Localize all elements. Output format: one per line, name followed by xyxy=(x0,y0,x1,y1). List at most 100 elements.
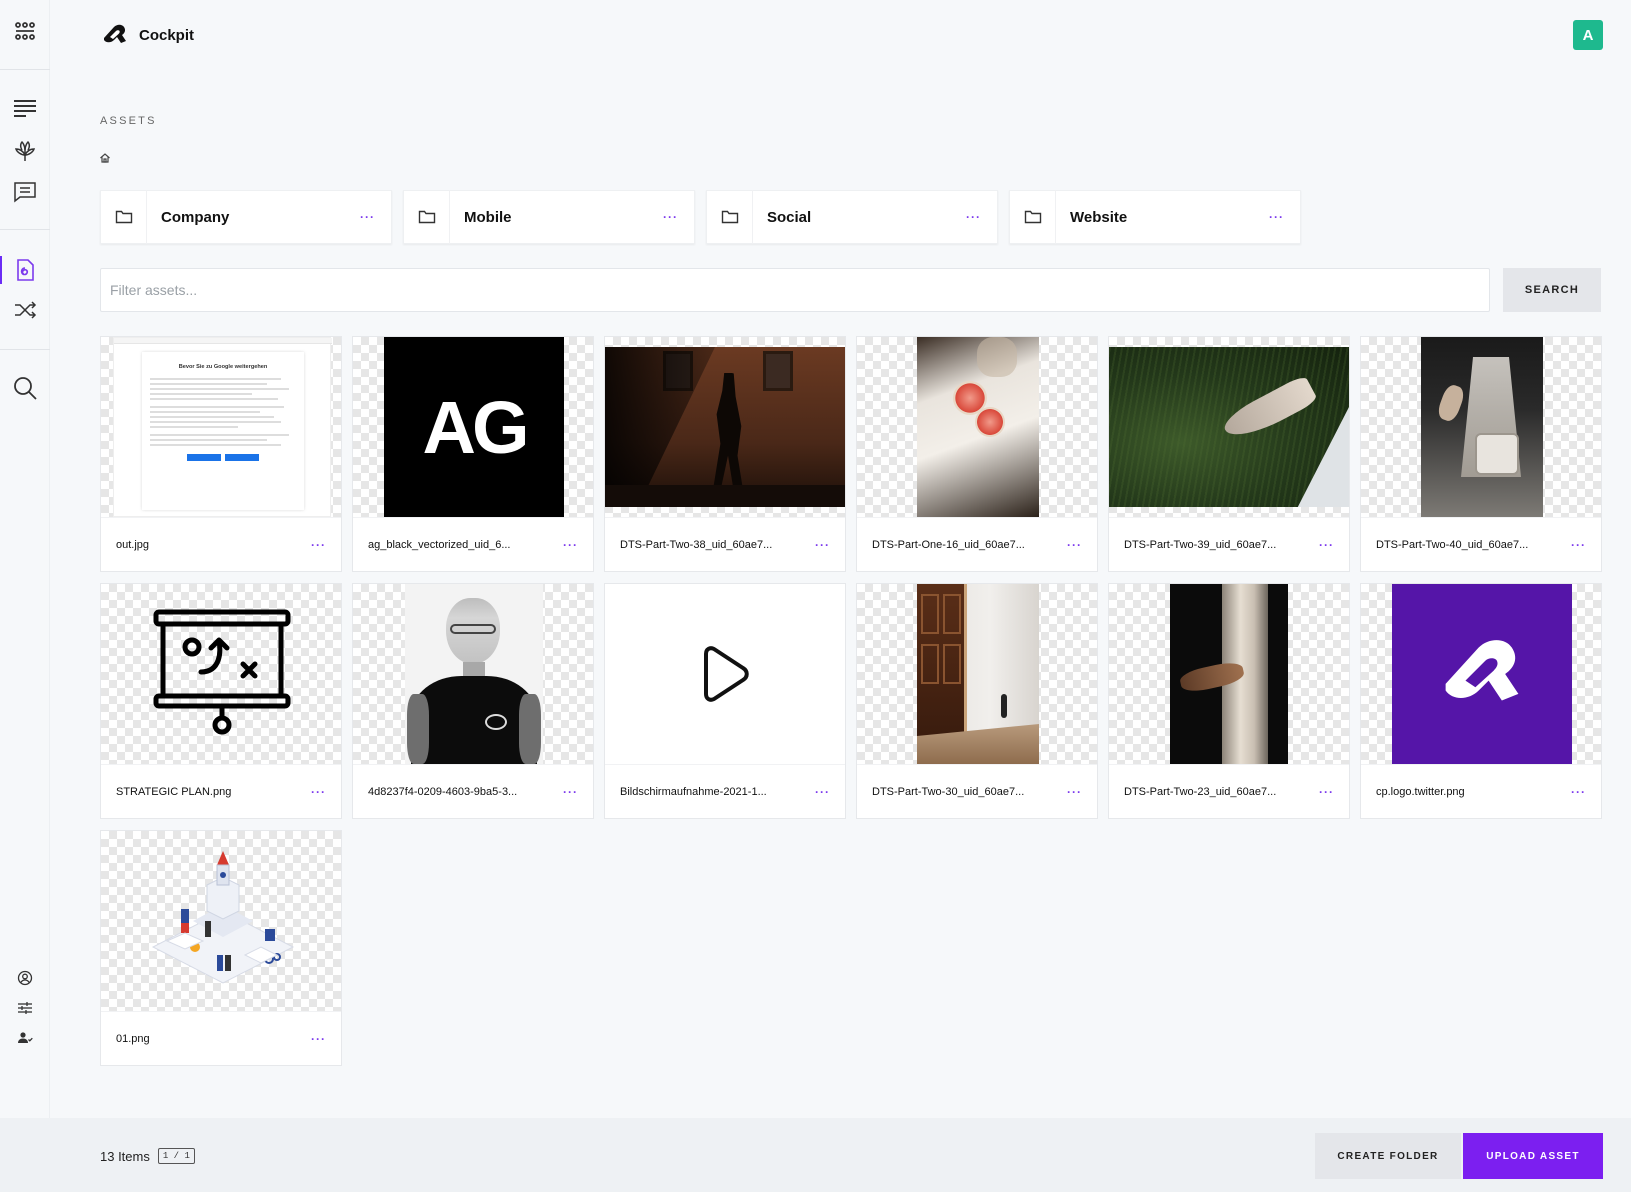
asset-card[interactable]: DTS-Part-Two-23_uid_60ae7... ··· xyxy=(1108,583,1350,819)
cockpit-logo-icon xyxy=(1445,640,1519,701)
more-options-icon[interactable]: ··· xyxy=(311,785,326,799)
asset-name: STRATEGIC PLAN.png xyxy=(116,785,232,798)
create-folder-button[interactable]: CREATE FOLDER xyxy=(1315,1133,1461,1179)
asset-name: DTS-Part-Two-40_uid_60ae7... xyxy=(1376,538,1529,551)
asset-card[interactable]: DTS-Part-Two-38_uid_60ae7... ··· xyxy=(604,336,846,572)
asset-card[interactable]: 01.png ··· xyxy=(100,830,342,1066)
asset-card[interactable]: DTS-Part-One-16_uid_60ae7... ··· xyxy=(856,336,1098,572)
more-options-icon[interactable]: ··· xyxy=(563,538,578,552)
search-icon[interactable] xyxy=(11,374,39,402)
more-options-icon[interactable]: ··· xyxy=(360,210,375,224)
folder-item[interactable]: Website ··· xyxy=(1009,190,1301,244)
asset-thumbnail xyxy=(1361,584,1601,764)
folder-icon xyxy=(418,210,435,224)
more-options-icon[interactable]: ··· xyxy=(311,1032,326,1046)
folder-item[interactable]: Social ··· xyxy=(706,190,998,244)
asset-name: out.jpg xyxy=(116,538,150,551)
asset-card[interactable]: DTS-Part-Two-40_uid_60ae7... ··· xyxy=(1360,336,1602,572)
more-options-icon[interactable]: ··· xyxy=(563,785,578,799)
asset-thumbnail xyxy=(101,584,341,764)
asset-card[interactable]: AG ag_black_vectorized_uid_6... ··· xyxy=(352,336,594,572)
asset-thumbnail xyxy=(605,584,845,764)
asset-card[interactable]: Bevor Sie zu Google weitergehen out.jpg … xyxy=(100,336,342,572)
filter-input[interactable] xyxy=(110,282,1480,298)
asset-thumbnail xyxy=(857,584,1097,764)
asset-name: cp.logo.twitter.png xyxy=(1376,785,1465,798)
asset-thumbnail: AG xyxy=(353,337,593,517)
avatar[interactable]: A xyxy=(1573,20,1603,50)
plant-icon[interactable] xyxy=(11,136,39,164)
filter-field[interactable] xyxy=(100,268,1490,312)
asset-name: DTS-Part-Two-23_uid_60ae7... xyxy=(1124,785,1277,798)
folder-list: Company ··· Mobile ··· Social ··· Websit… xyxy=(100,190,1301,244)
assets-icon[interactable] xyxy=(11,256,39,284)
asset-card[interactable]: DTS-Part-Two-39_uid_60ae7... ··· xyxy=(1108,336,1350,572)
items-count: 13 Items 1 / 1 xyxy=(100,1148,195,1164)
pager[interactable]: 1 / 1 xyxy=(157,1148,195,1164)
search-button[interactable]: SEARCH xyxy=(1503,268,1601,312)
asset-card[interactable]: 4d8237f4-0209-4603-9ba5-3... ··· xyxy=(352,583,594,819)
asset-name: 4d8237f4-0209-4603-9ba5-3... xyxy=(368,785,518,798)
folder-label: Website xyxy=(1070,208,1128,226)
folder-icon xyxy=(1024,210,1041,224)
folder-label: Social xyxy=(767,208,812,226)
more-options-icon[interactable]: ··· xyxy=(1319,538,1334,552)
more-options-icon[interactable]: ··· xyxy=(1269,210,1284,224)
asset-thumbnail xyxy=(1109,337,1349,517)
asset-thumbnail xyxy=(605,337,845,517)
asset-thumbnail xyxy=(353,584,593,764)
page-title: ASSETS xyxy=(100,115,157,127)
more-options-icon[interactable]: ··· xyxy=(815,538,830,552)
more-options-icon[interactable]: ··· xyxy=(966,210,981,224)
list-icon[interactable] xyxy=(11,94,39,122)
settings-icon[interactable] xyxy=(11,994,39,1022)
folder-item[interactable]: Mobile ··· xyxy=(403,190,695,244)
home-icon[interactable] xyxy=(99,152,111,164)
asset-thumbnail xyxy=(1361,337,1601,517)
asset-thumbnail xyxy=(101,831,341,1011)
sidebar xyxy=(0,0,50,1192)
asset-name: DTS-Part-Two-38_uid_60ae7... xyxy=(620,538,773,551)
active-indicator xyxy=(0,256,2,284)
folder-icon xyxy=(721,210,738,224)
cockpit-logo-icon xyxy=(104,24,126,43)
asset-name: Bildschirmaufnahme-2021-1... xyxy=(620,785,767,798)
more-options-icon[interactable]: ··· xyxy=(1571,785,1586,799)
asset-card[interactable]: STRATEGIC PLAN.png ··· xyxy=(100,583,342,819)
asset-grid: Bevor Sie zu Google weitergehen out.jpg … xyxy=(100,336,1602,1066)
asset-card[interactable]: cp.logo.twitter.png ··· xyxy=(1360,583,1602,819)
account-icon[interactable] xyxy=(11,964,39,992)
folder-icon xyxy=(115,210,132,224)
app-name: Cockpit xyxy=(139,26,195,44)
messages-icon[interactable] xyxy=(11,177,39,205)
users-icon[interactable] xyxy=(11,1024,39,1052)
asset-thumbnail xyxy=(857,337,1097,517)
folder-item[interactable]: Company ··· xyxy=(100,190,392,244)
asset-thumbnail xyxy=(1109,584,1349,764)
more-options-icon[interactable]: ··· xyxy=(815,785,830,799)
asset-name: DTS-Part-One-16_uid_60ae7... xyxy=(872,538,1025,551)
shuffle-icon[interactable] xyxy=(11,296,39,324)
more-options-icon[interactable]: ··· xyxy=(1067,538,1082,552)
folder-label: Company xyxy=(161,208,230,226)
more-options-icon[interactable]: ··· xyxy=(1067,785,1082,799)
asset-name: ag_black_vectorized_uid_6... xyxy=(368,538,511,551)
asset-card[interactable]: Bildschirmaufnahme-2021-1... ··· xyxy=(604,583,846,819)
modules-icon[interactable] xyxy=(11,17,39,45)
ag-logo-text: AG xyxy=(422,385,530,469)
folder-label: Mobile xyxy=(464,208,512,226)
more-options-icon[interactable]: ··· xyxy=(1319,785,1334,799)
asset-thumbnail: Bevor Sie zu Google weitergehen xyxy=(101,337,341,517)
items-count-label: 13 Items xyxy=(100,1148,150,1164)
more-options-icon[interactable]: ··· xyxy=(663,210,678,224)
asset-name: 01.png xyxy=(116,1032,150,1045)
asset-name: DTS-Part-Two-30_uid_60ae7... xyxy=(872,785,1025,798)
app-logo[interactable]: Cockpit xyxy=(100,22,194,48)
screenshot-heading: Bevor Sie zu Google weitergehen xyxy=(178,364,268,370)
asset-name: DTS-Part-Two-39_uid_60ae7... xyxy=(1124,538,1277,551)
asset-card[interactable]: DTS-Part-Two-30_uid_60ae7... ··· xyxy=(856,583,1098,819)
upload-asset-button[interactable]: UPLOAD ASSET xyxy=(1463,1133,1603,1179)
more-options-icon[interactable]: ··· xyxy=(311,538,326,552)
play-icon xyxy=(704,646,749,702)
more-options-icon[interactable]: ··· xyxy=(1571,538,1586,552)
